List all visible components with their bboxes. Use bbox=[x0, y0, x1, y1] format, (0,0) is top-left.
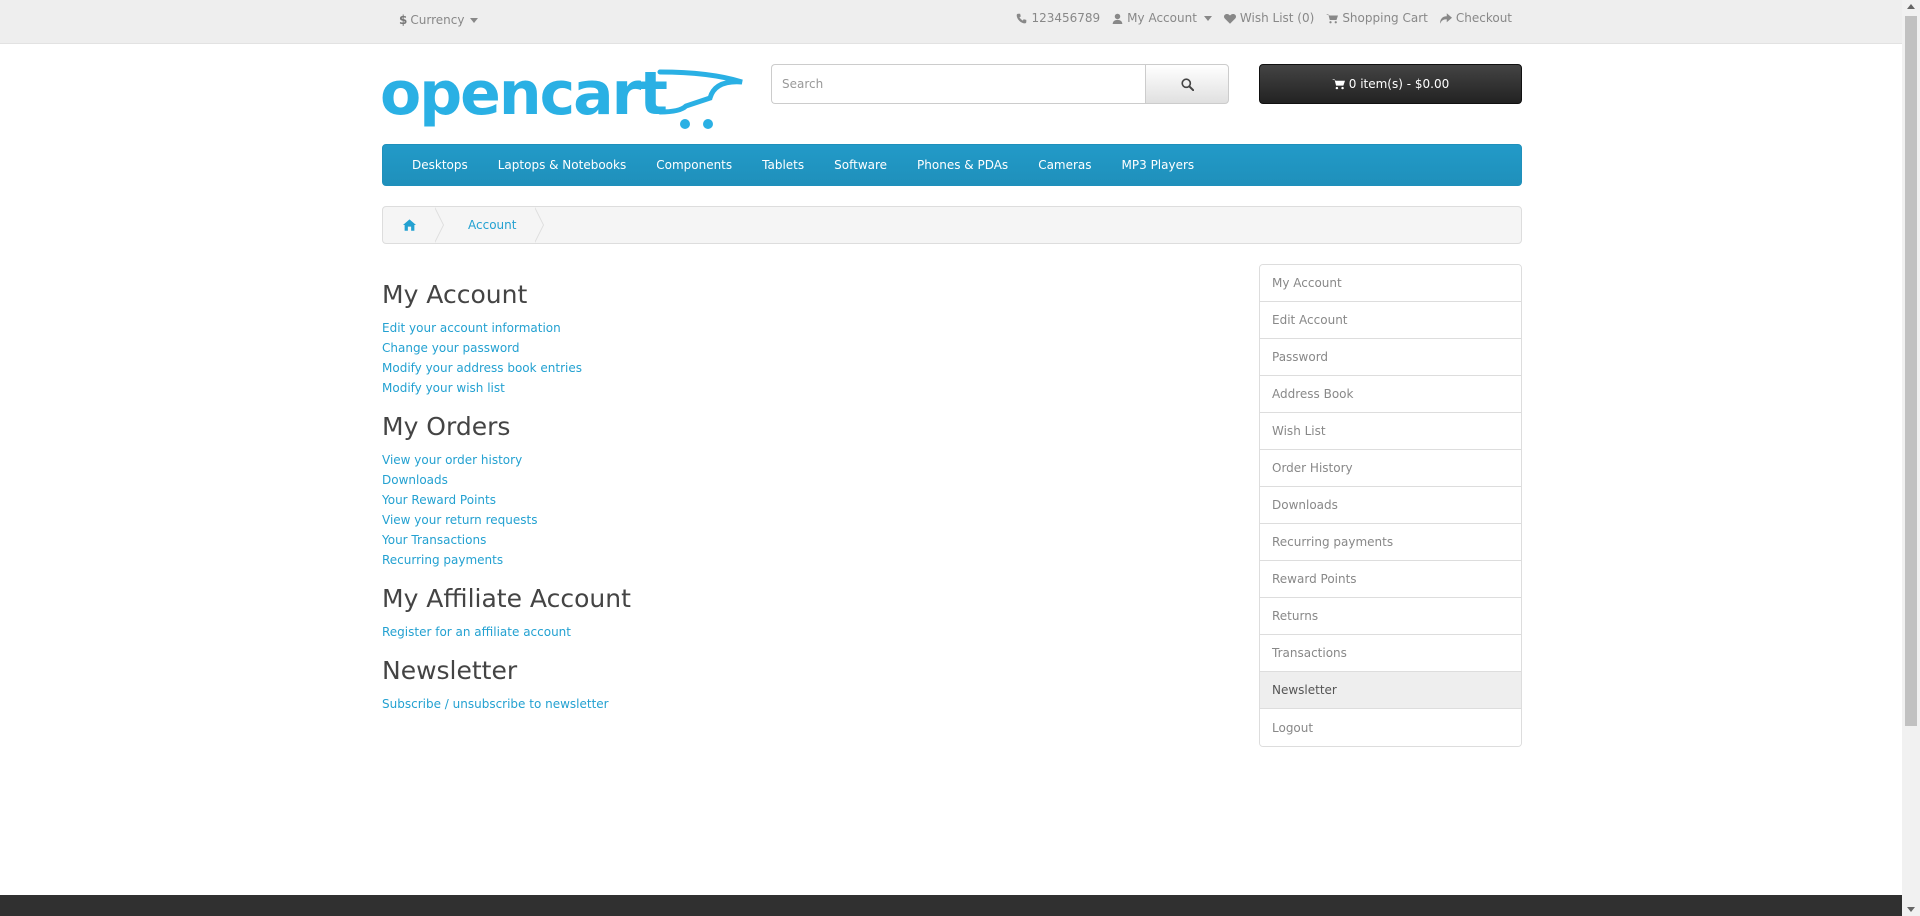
menu-item-components[interactable]: Components bbox=[641, 158, 747, 172]
section-title-my-orders: My Orders bbox=[382, 412, 511, 441]
menu-item-phones-pdas[interactable]: Phones & PDAs bbox=[902, 158, 1023, 172]
downloads-link[interactable]: Downloads bbox=[382, 473, 448, 487]
return-requests-link[interactable]: View your return requests bbox=[382, 513, 537, 527]
opencart-logo[interactable]: opencart bbox=[380, 62, 745, 138]
phone-icon bbox=[1017, 13, 1027, 23]
cart-button[interactable]: 0 item(s) - $0.00 bbox=[1259, 64, 1522, 104]
footer bbox=[0, 895, 1902, 916]
reward-points-link[interactable]: Your Reward Points bbox=[382, 493, 496, 507]
home-icon bbox=[403, 219, 416, 231]
change-password-link[interactable]: Change your password bbox=[382, 341, 520, 355]
scroll-down-arrow-icon[interactable] bbox=[1907, 907, 1915, 912]
sidebar-item-transactions[interactable]: Transactions bbox=[1260, 635, 1521, 672]
transactions-link[interactable]: Your Transactions bbox=[382, 533, 486, 547]
cart-label: 0 item(s) - $0.00 bbox=[1348, 77, 1450, 91]
newsletter-links: Subscribe / unsubscribe to newsletter bbox=[382, 694, 1182, 714]
top-bar: $ Currency 123456789 My Account Wish Lis… bbox=[0, 0, 1902, 44]
menu-item-laptops-notebooks[interactable]: Laptops & Notebooks bbox=[483, 158, 641, 172]
caret-down-icon bbox=[1203, 15, 1212, 21]
edit-account-link[interactable]: Edit your account information bbox=[382, 321, 561, 335]
account-content: My Account Edit your account information… bbox=[382, 280, 1182, 728]
user-icon bbox=[1112, 13, 1123, 24]
phone-number: 123456789 bbox=[1031, 11, 1101, 25]
affiliate-links: Register for an affiliate account bbox=[382, 622, 1182, 642]
menu-item-desktops[interactable]: Desktops bbox=[397, 158, 483, 172]
main-menu: Desktops Laptops & Notebooks Components … bbox=[382, 144, 1522, 186]
caret-down-icon bbox=[470, 17, 479, 23]
scroll-up-arrow-icon[interactable] bbox=[1907, 4, 1915, 9]
cart-icon bbox=[1331, 79, 1345, 90]
sidebar-item-returns[interactable]: Returns bbox=[1260, 598, 1521, 635]
menu-item-mp3-players[interactable]: MP3 Players bbox=[1107, 158, 1210, 172]
sidebar-item-wish-list[interactable]: Wish List bbox=[1260, 413, 1521, 450]
my-orders-links: View your order history Downloads Your R… bbox=[382, 450, 1182, 570]
sidebar-item-order-history[interactable]: Order History bbox=[1260, 450, 1521, 487]
my-account-label: My Account bbox=[1127, 11, 1197, 25]
menu-item-tablets[interactable]: Tablets bbox=[747, 158, 819, 172]
logo-text: opencart bbox=[380, 62, 667, 129]
section-title-my-account: My Account bbox=[382, 280, 528, 309]
sidebar-item-address-book[interactable]: Address Book bbox=[1260, 376, 1521, 413]
share-icon bbox=[1439, 12, 1452, 24]
scrollbar-thumb[interactable] bbox=[1905, 16, 1917, 726]
cart-icon bbox=[1326, 13, 1339, 23]
order-history-link[interactable]: View your order history bbox=[382, 453, 522, 467]
sidebar-item-password[interactable]: Password bbox=[1260, 339, 1521, 376]
menu-item-software[interactable]: Software bbox=[819, 158, 902, 172]
shopping-cart-link[interactable]: Shopping Cart bbox=[1326, 11, 1428, 25]
sidebar-item-downloads[interactable]: Downloads bbox=[1260, 487, 1521, 524]
account-sidebar: My Account Edit Account Password Address… bbox=[1259, 264, 1522, 747]
newsletter-subscribe-link[interactable]: Subscribe / unsubscribe to newsletter bbox=[382, 697, 609, 711]
breadcrumb: Account bbox=[382, 206, 1522, 244]
heart-icon bbox=[1223, 13, 1236, 24]
search-icon bbox=[1180, 77, 1194, 91]
currency-dropdown[interactable]: $ Currency bbox=[399, 13, 479, 27]
section-title-newsletter: Newsletter bbox=[382, 656, 518, 685]
address-book-link[interactable]: Modify your address book entries bbox=[382, 361, 582, 375]
sidebar-item-my-account[interactable]: My Account bbox=[1260, 265, 1521, 302]
menu-item-cameras[interactable]: Cameras bbox=[1023, 158, 1106, 172]
sidebar-item-recurring-payments[interactable]: Recurring payments bbox=[1260, 524, 1521, 561]
currency-label: Currency bbox=[410, 13, 465, 27]
search-input[interactable] bbox=[771, 64, 1145, 104]
breadcrumb-home[interactable] bbox=[383, 207, 444, 243]
top-links: 123456789 My Account Wish List (0) Shopp… bbox=[1016, 11, 1512, 25]
phone-link[interactable]: 123456789 bbox=[1016, 11, 1100, 25]
section-title-affiliate: My Affiliate Account bbox=[382, 584, 631, 613]
currency-symbol: $ bbox=[399, 13, 408, 27]
sidebar-item-edit-account[interactable]: Edit Account bbox=[1260, 302, 1521, 339]
sidebar-item-logout[interactable]: Logout bbox=[1260, 709, 1521, 746]
my-account-dropdown[interactable]: My Account bbox=[1112, 11, 1212, 25]
shopping-cart-label: Shopping Cart bbox=[1342, 11, 1428, 25]
checkout-label: Checkout bbox=[1455, 11, 1512, 25]
my-account-links: Edit your account information Change you… bbox=[382, 318, 1182, 398]
sidebar-item-reward-points[interactable]: Reward Points bbox=[1260, 561, 1521, 598]
search-bar bbox=[771, 64, 1229, 104]
recurring-payments-link[interactable]: Recurring payments bbox=[382, 553, 503, 567]
wish-list-link[interactable]: Modify your wish list bbox=[382, 381, 505, 395]
checkout-link[interactable]: Checkout bbox=[1439, 11, 1512, 25]
search-button[interactable] bbox=[1145, 64, 1229, 104]
sidebar-item-newsletter[interactable]: Newsletter bbox=[1260, 672, 1521, 709]
page-scrollbar[interactable] bbox=[1902, 0, 1920, 916]
register-affiliate-link[interactable]: Register for an affiliate account bbox=[382, 625, 571, 639]
wishlist-label: Wish List (0) bbox=[1239, 11, 1315, 25]
wishlist-link[interactable]: Wish List (0) bbox=[1223, 11, 1315, 25]
breadcrumb-account[interactable]: Account bbox=[436, 207, 545, 243]
